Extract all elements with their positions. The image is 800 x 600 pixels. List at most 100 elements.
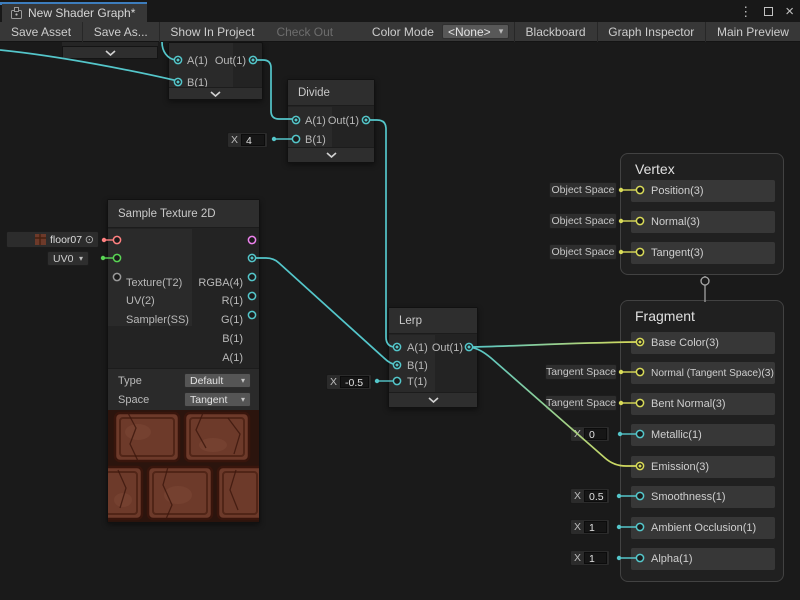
vertex-row-normal[interactable]: Normal(3) bbox=[631, 211, 775, 233]
port-label-a: A(1) bbox=[407, 341, 428, 355]
node-collapse-button[interactable] bbox=[389, 392, 477, 407]
x-component-value[interactable]: 1 bbox=[584, 521, 607, 533]
fragment-row-bent-normal[interactable]: Bent Normal(3) bbox=[631, 393, 775, 415]
texture-name: floor07 bbox=[50, 234, 82, 246]
vertex-block-title: Vertex bbox=[635, 161, 675, 177]
blackboard-button[interactable]: Blackboard bbox=[515, 22, 597, 42]
sample-texture-2d-node[interactable]: Sample Texture 2D Texture(T2) UV(2) Samp… bbox=[107, 199, 260, 523]
type-label: Type bbox=[118, 374, 142, 388]
x-component-label: X bbox=[228, 134, 241, 146]
node-collapse-button[interactable] bbox=[169, 87, 262, 99]
graph-toolbar: Save Asset Save As... Show In Project Ch… bbox=[0, 22, 800, 42]
vertex-block[interactable]: Vertex Position(3) Normal(3) Tangent(3) bbox=[620, 153, 784, 275]
shader-graph-tab[interactable]: New Shader Graph* bbox=[2, 4, 147, 22]
window-menu-icon[interactable]: ⋮ bbox=[739, 5, 752, 18]
vertex-row-position[interactable]: Position(3) bbox=[631, 180, 775, 202]
space-label: Space bbox=[118, 393, 149, 407]
x-component-value[interactable]: 0 bbox=[584, 428, 607, 440]
port-label-t: T(1) bbox=[407, 375, 427, 389]
chevron-down-icon bbox=[428, 397, 439, 403]
top-math-node[interactable]: A(1) B(1) Out(1) bbox=[168, 42, 263, 100]
fragment-row-normal[interactable]: Normal (Tangent Space)(3) bbox=[631, 362, 775, 384]
row-label: Emission(3) bbox=[651, 461, 709, 473]
vertex-row-tangent[interactable]: Tangent(3) bbox=[631, 242, 775, 264]
chevron-down-icon bbox=[210, 91, 221, 97]
alpha-default-field[interactable]: X 1 bbox=[570, 550, 610, 566]
uv-channel-dropdown[interactable]: UV0 ▾ bbox=[47, 251, 89, 266]
color-mode-dropdown[interactable]: <None> ▾ bbox=[442, 24, 509, 39]
metallic-default-field[interactable]: X 0 bbox=[570, 426, 610, 442]
texture-thumbnail-icon bbox=[35, 234, 46, 245]
port-label-out: Out(1) bbox=[432, 341, 463, 355]
color-mode-label: Color Mode bbox=[364, 25, 442, 39]
fragment-row-ambient-occlusion[interactable]: Ambient Occlusion(1) bbox=[631, 517, 775, 539]
port-label-rgba: RGBA(4) bbox=[198, 276, 243, 290]
texture-object-field[interactable]: floor07 ⊙ bbox=[6, 231, 99, 248]
space-value: Tangent bbox=[190, 394, 227, 406]
main-preview-button[interactable]: Main Preview bbox=[706, 22, 800, 42]
show-in-project-button[interactable]: Show In Project bbox=[159, 22, 265, 42]
fragment-row-base-color[interactable]: Base Color(3) bbox=[631, 332, 775, 354]
type-value: Default bbox=[190, 375, 223, 387]
row-label: Alpha(1) bbox=[651, 553, 693, 565]
port-label-a: A(1) bbox=[187, 54, 208, 68]
shader-graph-icon bbox=[10, 7, 23, 20]
port-label-b: B(1) bbox=[305, 133, 326, 147]
graph-inspector-button[interactable]: Graph Inspector bbox=[597, 22, 705, 42]
port-label-a: A(1) bbox=[305, 114, 326, 128]
save-asset-button[interactable]: Save Asset bbox=[0, 22, 82, 42]
row-label: Tangent(3) bbox=[651, 247, 704, 259]
x-component-value[interactable]: 0.5 bbox=[584, 490, 607, 502]
save-as-button[interactable]: Save As... bbox=[83, 22, 159, 42]
x-component-label: X bbox=[571, 490, 584, 502]
color-mode-value: <None> bbox=[448, 25, 491, 39]
window-maximize-icon[interactable] bbox=[764, 7, 773, 16]
pill-label: Tangent Space bbox=[546, 366, 616, 378]
divide-node[interactable]: Divide A(1) B(1) Out(1) bbox=[287, 79, 375, 163]
fragment-row-smoothness[interactable]: Smoothness(1) bbox=[631, 486, 775, 508]
port-label-sampler: Sampler(SS) bbox=[126, 313, 189, 327]
row-label: Ambient Occlusion(1) bbox=[651, 522, 756, 534]
space-dropdown[interactable]: Tangent ▾ bbox=[184, 392, 251, 407]
x-component-label: X bbox=[571, 521, 584, 533]
fragment-row-alpha[interactable]: Alpha(1) bbox=[631, 548, 775, 570]
lerp-node[interactable]: Lerp A(1) B(1) T(1) Out(1) bbox=[388, 307, 478, 408]
object-picker-icon[interactable]: ⊙ bbox=[85, 233, 94, 246]
fragment-row-emission[interactable]: Emission(3) bbox=[631, 456, 775, 478]
port-label-r: R(1) bbox=[222, 294, 243, 308]
partial-node-collapse-button[interactable] bbox=[62, 46, 158, 59]
x-component-value[interactable]: 4 bbox=[241, 134, 265, 146]
type-dropdown[interactable]: Default ▾ bbox=[184, 373, 251, 388]
fragment-block[interactable]: Fragment Base Color(3) Normal (Tangent S… bbox=[620, 300, 784, 582]
port-label-uv: UV(2) bbox=[126, 294, 155, 308]
lerp-t-default-field[interactable]: X -0.5 bbox=[326, 374, 372, 390]
chevron-down-icon bbox=[105, 50, 116, 56]
fragment-row-metallic[interactable]: Metallic(1) bbox=[631, 424, 775, 446]
node-collapse-button[interactable] bbox=[288, 147, 374, 162]
divide-b-default-field[interactable]: X 4 bbox=[227, 132, 268, 148]
fragment-block-title: Fragment bbox=[635, 308, 695, 324]
x-component-value[interactable]: 1 bbox=[584, 552, 607, 564]
ambient-occlusion-default-field[interactable]: X 1 bbox=[570, 519, 610, 535]
row-label: Bent Normal(3) bbox=[651, 398, 726, 410]
port-label-out: Out(1) bbox=[215, 54, 246, 68]
x-component-label: X bbox=[571, 552, 584, 564]
chevron-down-icon: ▾ bbox=[499, 26, 504, 37]
x-component-value[interactable]: -0.5 bbox=[340, 376, 369, 388]
port-label-out: Out(1) bbox=[328, 114, 359, 128]
row-label: Base Color(3) bbox=[651, 337, 719, 349]
pill-label: Tangent Space bbox=[546, 397, 616, 409]
row-label: Normal(3) bbox=[651, 216, 700, 228]
graph-canvas[interactable]: A(1) B(1) Out(1) Divide A(1) B(1) Out(1)… bbox=[0, 42, 800, 600]
smoothness-default-field[interactable]: X 0.5 bbox=[570, 488, 610, 504]
chevron-down-icon: ▾ bbox=[241, 395, 245, 404]
binding-pill-tangent-space: Tangent Space bbox=[545, 395, 617, 411]
chevron-down-icon: ▾ bbox=[241, 376, 245, 385]
texture-preview bbox=[108, 410, 259, 522]
pill-label: Object Space bbox=[551, 184, 614, 196]
check-out-button: Check Out bbox=[265, 22, 344, 42]
x-component-label: X bbox=[571, 428, 584, 440]
window-close-icon[interactable]: × bbox=[785, 4, 794, 19]
port-label-a: A(1) bbox=[222, 351, 243, 365]
node-title: Sample Texture 2D bbox=[108, 200, 259, 228]
